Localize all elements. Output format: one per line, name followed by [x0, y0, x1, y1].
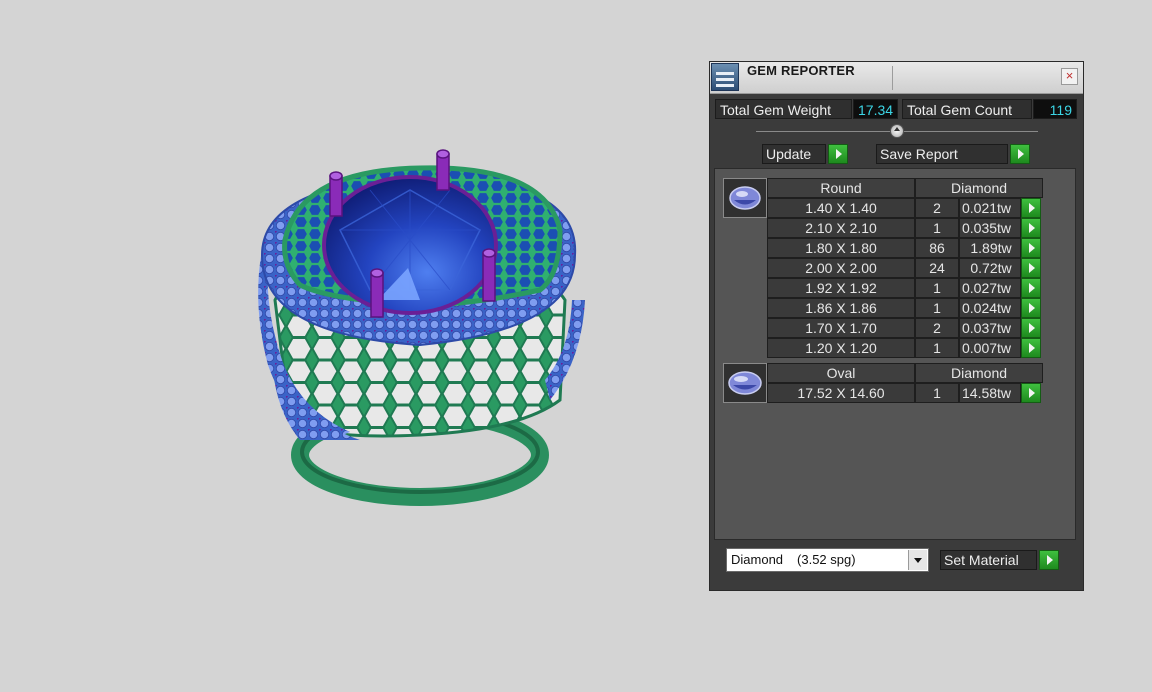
gem-size: 1.80 X 1.80	[767, 238, 915, 258]
gem-size: 2.10 X 2.10	[767, 218, 915, 238]
group-shape-header: Round	[767, 178, 915, 198]
app-icon	[711, 63, 739, 91]
material-spg: (3.52 spg)	[797, 552, 856, 567]
total-gem-count-value: 119	[1033, 99, 1077, 119]
group-shape-header: Oval	[767, 363, 915, 383]
material-name: Diamond	[731, 552, 784, 567]
gem-count: 1	[915, 383, 959, 403]
save-report-button[interactable]	[1010, 144, 1030, 164]
panel-title: GEM REPORTER	[747, 63, 855, 78]
update-button[interactable]	[828, 144, 848, 164]
title-separator	[892, 66, 893, 90]
select-gem-button[interactable]	[1021, 338, 1041, 358]
gem-count: 86	[915, 238, 959, 258]
select-gem-button[interactable]	[1021, 318, 1041, 338]
gem-weight: 0.024tw	[959, 298, 1021, 318]
dropdown-arrow-icon[interactable]	[908, 550, 927, 570]
select-gem-button[interactable]	[1021, 383, 1041, 403]
set-material-button[interactable]	[1039, 550, 1059, 570]
gem-weight: 0.72tw	[959, 258, 1021, 278]
update-label[interactable]: Update	[762, 144, 826, 164]
gem-count: 1	[915, 218, 959, 238]
gem-list: Round Diamond 1.40 X 1.40 2 0.021tw 2.10…	[714, 168, 1076, 540]
gem-weight: 0.007tw	[959, 338, 1021, 358]
total-gem-count-label: Total Gem Count	[902, 99, 1032, 119]
gem-size: 1.40 X 1.40	[767, 198, 915, 218]
model-viewport[interactable]	[0, 0, 700, 692]
group-material-header: Diamond	[915, 363, 1043, 383]
gem-reporter-panel: GEM REPORTER × Total Gem Weight 17.34 To…	[709, 61, 1084, 591]
select-gem-button[interactable]	[1021, 278, 1041, 298]
ring-model-render[interactable]	[0, 0, 700, 692]
close-icon[interactable]: ×	[1061, 68, 1078, 85]
gem-count: 1	[915, 298, 959, 318]
gem-size: 2.00 X 2.00	[767, 258, 915, 278]
gem-weight: 0.021tw	[959, 198, 1021, 218]
gem-size: 1.70 X 1.70	[767, 318, 915, 338]
gem-size: 1.92 X 1.92	[767, 278, 915, 298]
material-dropdown[interactable]: Diamond (3.52 spg)	[726, 548, 929, 572]
total-gem-weight-value: 17.34	[853, 99, 898, 119]
gem-count: 24	[915, 258, 959, 278]
gem-weight: 1.89tw	[959, 238, 1021, 258]
select-gem-button[interactable]	[1021, 198, 1041, 218]
gem-size: 17.52 X 14.60	[767, 383, 915, 403]
gem-size: 1.20 X 1.20	[767, 338, 915, 358]
gem-weight: 0.027tw	[959, 278, 1021, 298]
select-gem-button[interactable]	[1021, 218, 1041, 238]
gem-weight: 0.035tw	[959, 218, 1021, 238]
gem-count: 2	[915, 198, 959, 218]
gem-weight: 0.037tw	[959, 318, 1021, 338]
group-material-header: Diamond	[915, 178, 1043, 198]
gem-weight: 14.58tw	[959, 383, 1021, 403]
select-gem-button[interactable]	[1021, 298, 1041, 318]
gem-count: 1	[915, 278, 959, 298]
title-bar[interactable]: GEM REPORTER ×	[710, 62, 1083, 94]
total-gem-weight-label: Total Gem Weight	[715, 99, 852, 119]
set-material-label[interactable]: Set Material	[940, 550, 1037, 570]
slider-knob[interactable]	[890, 124, 904, 138]
save-report-label[interactable]: Save Report	[876, 144, 1008, 164]
select-gem-button[interactable]	[1021, 238, 1041, 258]
gem-oval-icon	[723, 363, 767, 403]
gem-size: 1.86 X 1.86	[767, 298, 915, 318]
gem-count: 1	[915, 338, 959, 358]
gem-round-icon	[723, 178, 767, 218]
select-gem-button[interactable]	[1021, 258, 1041, 278]
gem-count: 2	[915, 318, 959, 338]
